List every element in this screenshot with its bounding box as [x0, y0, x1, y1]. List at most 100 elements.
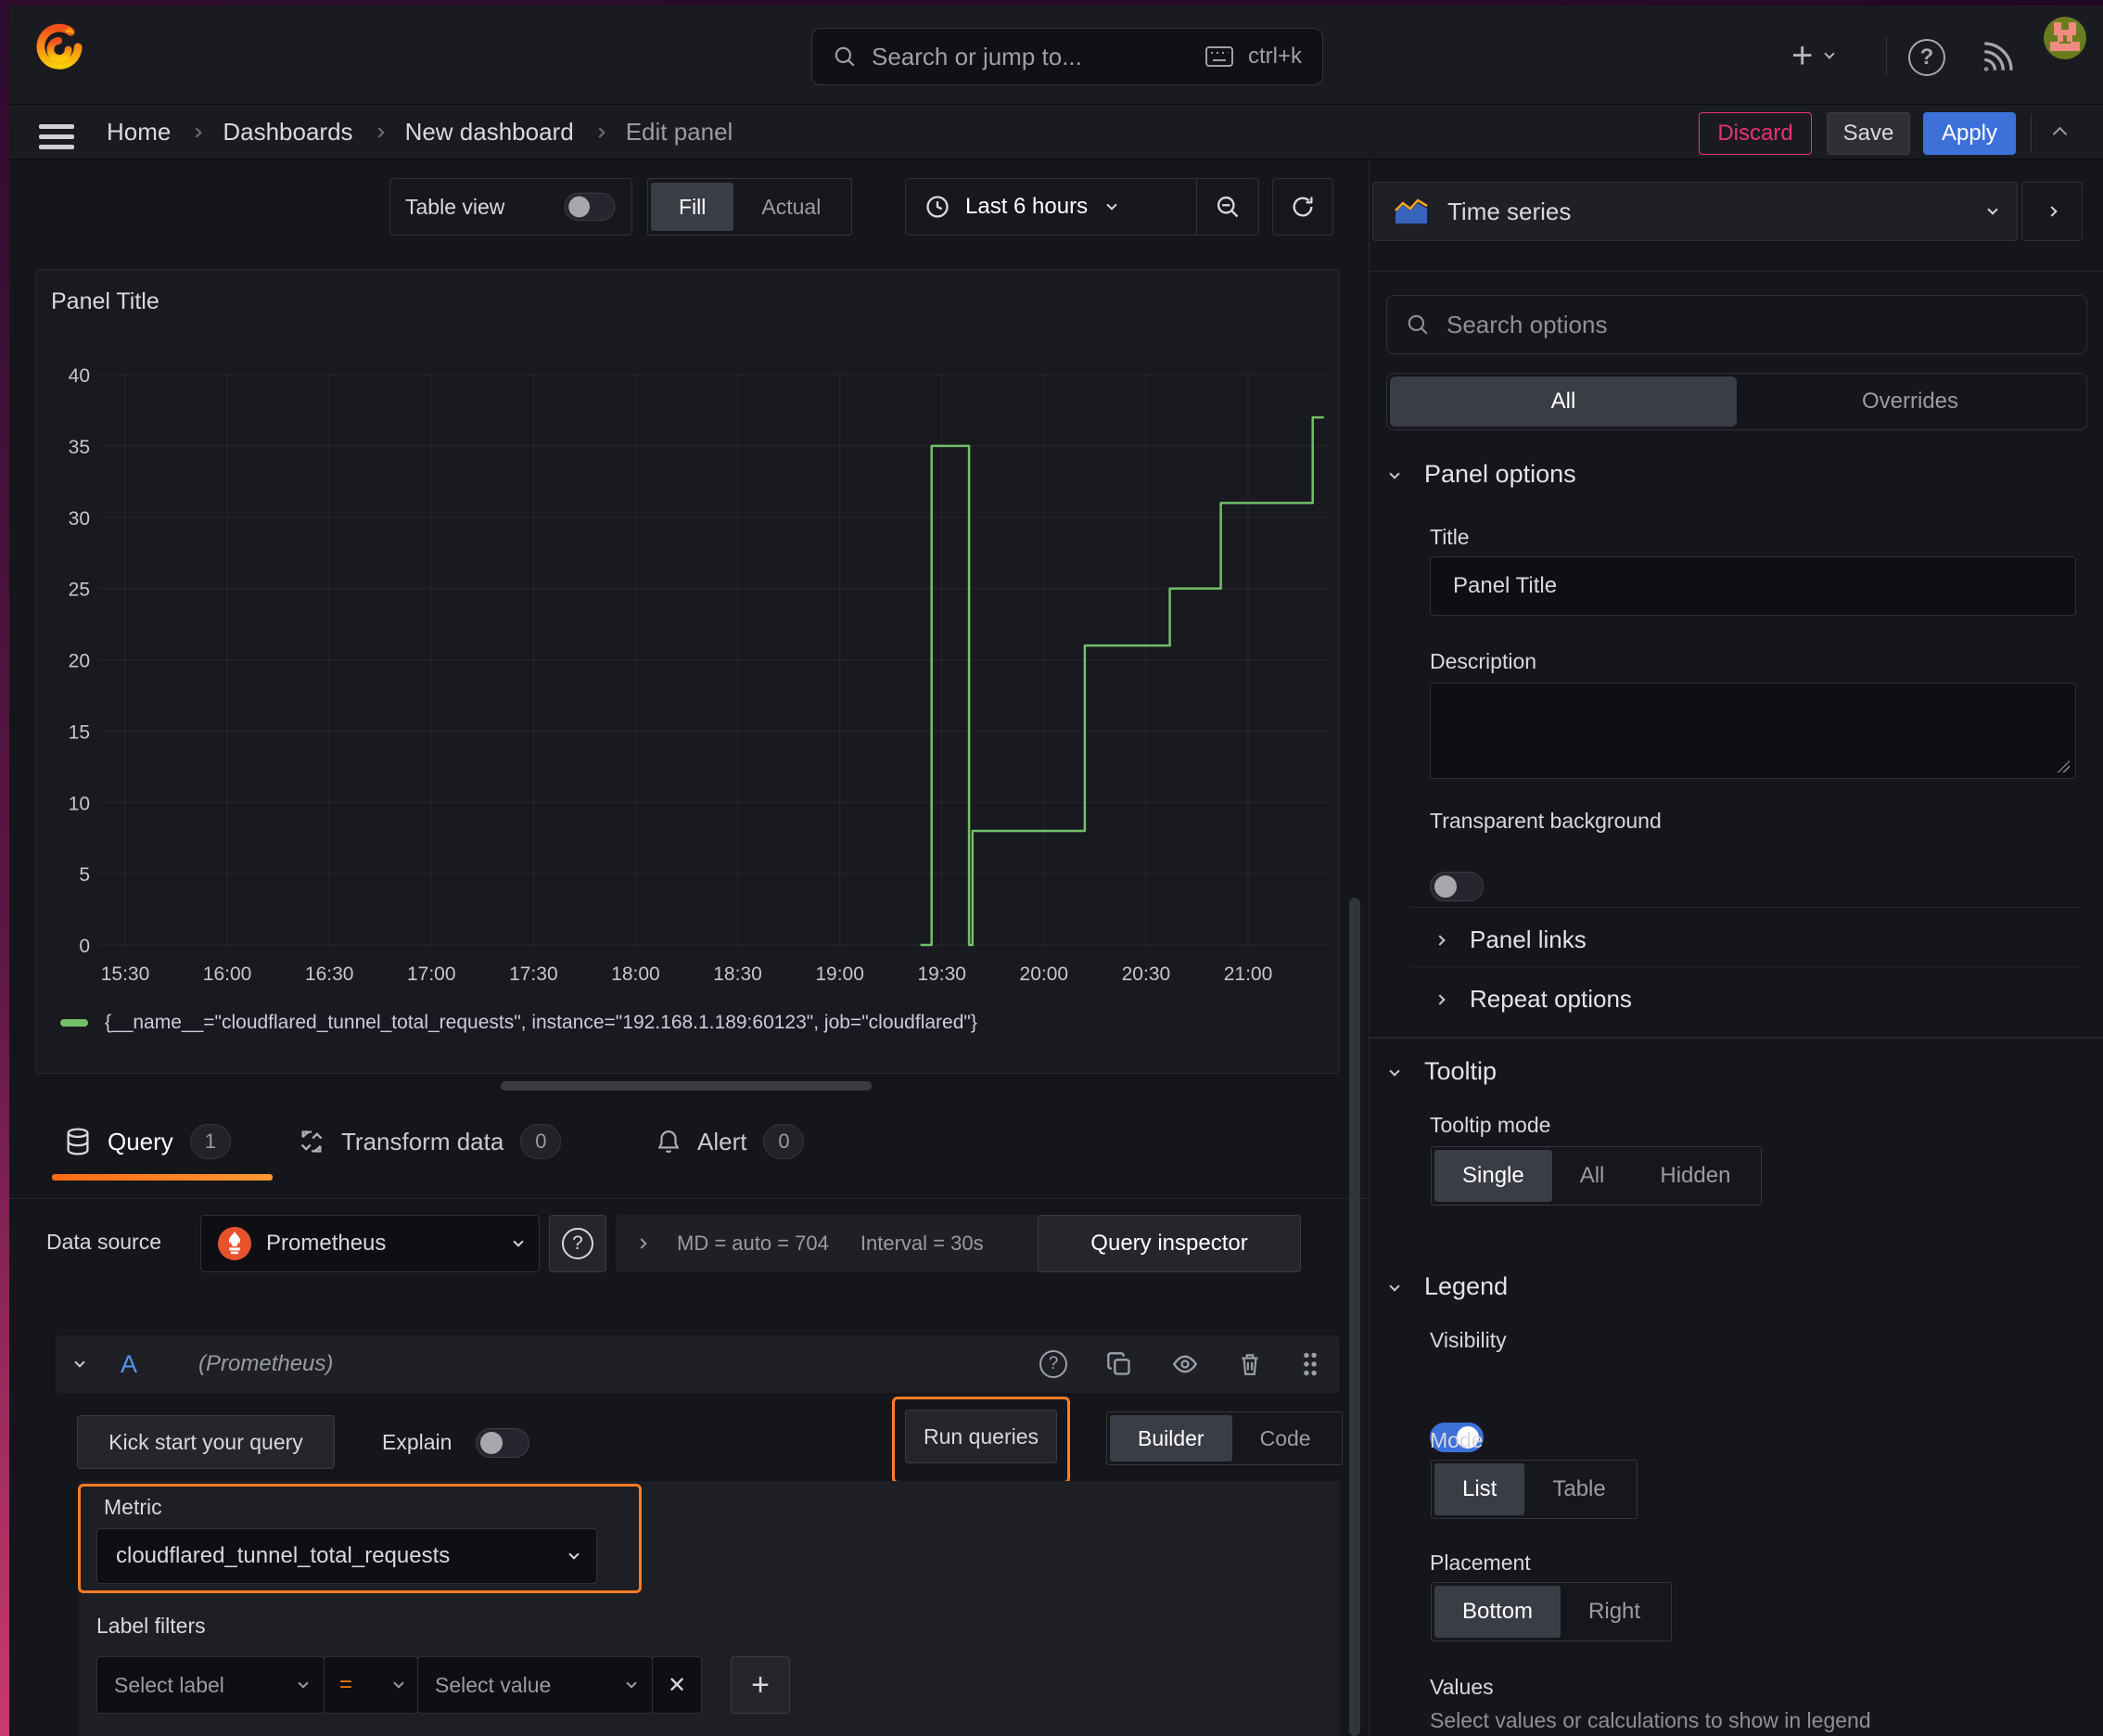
- title-label: Title: [1430, 525, 1470, 549]
- explain-toggle[interactable]: [476, 1428, 529, 1458]
- select-value-dropdown[interactable]: Select value: [417, 1656, 653, 1714]
- resize-handle-icon[interactable]: [2055, 758, 2070, 772]
- select-label-dropdown[interactable]: Select label: [96, 1656, 325, 1714]
- news-rss-icon[interactable]: [1979, 39, 2016, 76]
- save-button[interactable]: Save: [1827, 112, 1910, 155]
- data-source-value: Prometheus: [266, 1231, 387, 1256]
- breadcrumb-home[interactable]: Home: [107, 118, 171, 147]
- tooltip-mode-hidden[interactable]: Hidden: [1632, 1150, 1758, 1202]
- select-label-placeholder: Select label: [114, 1672, 224, 1697]
- max-data-points-stat: MD = auto = 704: [677, 1232, 829, 1255]
- interval-stat: Interval = 30s: [860, 1232, 984, 1255]
- visibility-label: Visibility: [1430, 1328, 1507, 1352]
- time-series-chart[interactable]: 0 5 10 15 20 25 30 35 40 15:30 16:00 16:30 17:00 17:3…: [36, 270, 1339, 1002]
- top-nav-bar: Search or jump to... ctrl+k + ?: [0, 6, 2103, 105]
- tab-alert-label: Alert: [697, 1127, 747, 1155]
- chevron-right-icon: [594, 126, 605, 138]
- kick-start-query-button[interactable]: Kick start your query: [77, 1415, 335, 1469]
- breadcrumb-dashboards[interactable]: Dashboards: [223, 118, 352, 147]
- builder-option[interactable]: Builder: [1110, 1415, 1232, 1462]
- grafana-logo[interactable]: [33, 20, 85, 72]
- breadcrumb-new-dashboard[interactable]: New dashboard: [405, 118, 574, 147]
- table-view-toggle[interactable]: [564, 192, 616, 222]
- new-menu-button[interactable]: +: [1791, 33, 1869, 78]
- svg-text:19:00: 19:00: [815, 964, 864, 985]
- tooltip-header[interactable]: Tooltip: [1389, 1057, 1497, 1086]
- metric-select[interactable]: cloudflared_tunnel_total_requests: [96, 1528, 597, 1584]
- horizontal-scrollbar[interactable]: [501, 1081, 872, 1091]
- vertical-scrollbar[interactable]: [1349, 898, 1360, 1736]
- run-queries-button[interactable]: Run queries: [905, 1410, 1057, 1463]
- legend-mode-table[interactable]: Table: [1524, 1463, 1633, 1515]
- tooltip-mode-single[interactable]: Single: [1434, 1150, 1552, 1202]
- datasource-help-button[interactable]: ?: [549, 1215, 606, 1272]
- query-row-header[interactable]: A (Prometheus) ?: [56, 1335, 1340, 1393]
- options-search-input[interactable]: Search options: [1386, 295, 2087, 354]
- chevron-down-icon: [1987, 204, 1998, 215]
- hide-query-icon[interactable]: [1171, 1351, 1199, 1377]
- global-search-input[interactable]: Search or jump to... ctrl+k: [811, 28, 1323, 85]
- remove-filter-button[interactable]: ✕: [652, 1656, 702, 1714]
- tab-query[interactable]: Query 1: [65, 1124, 231, 1159]
- actual-option[interactable]: Actual: [733, 183, 848, 231]
- svg-text:21:00: 21:00: [1224, 964, 1273, 985]
- transparent-background-toggle[interactable]: [1430, 872, 1484, 901]
- tabs-divider: [0, 1198, 1369, 1199]
- edit-panel-preview: Panel Title 0 5 10 15 20 25 30 35 40 15:30 16:00 16…: [35, 269, 1340, 1074]
- add-filter-button[interactable]: +: [731, 1656, 790, 1714]
- svg-text:20:00: 20:00: [1020, 964, 1069, 985]
- repeat-options-header[interactable]: Repeat options: [1434, 985, 1632, 1014]
- svg-text:40: 40: [69, 365, 90, 387]
- delete-query-icon[interactable]: [1238, 1351, 1262, 1377]
- search-shortcut: ctrl+k: [1247, 44, 1302, 69]
- sidebar-section-divider: [1370, 271, 2103, 272]
- legend-header[interactable]: Legend: [1389, 1272, 1508, 1301]
- refresh-button[interactable]: [1272, 178, 1333, 236]
- panel-links-header[interactable]: Panel links: [1434, 925, 1587, 954]
- search-placeholder: Search or jump to...: [872, 42, 1082, 70]
- hamburger-menu-icon[interactable]: [39, 124, 74, 149]
- metric-value: cloudflared_tunnel_total_requests: [116, 1543, 451, 1568]
- operator-dropdown[interactable]: =: [324, 1656, 418, 1714]
- tab-transform-data[interactable]: Transform data 0: [299, 1124, 562, 1159]
- chevron-right-icon[interactable]: [636, 1238, 647, 1249]
- svg-text:5: 5: [79, 864, 90, 886]
- time-range-picker[interactable]: Last 6 hours: [906, 194, 1196, 220]
- tab-overrides[interactable]: Overrides: [1737, 377, 2084, 427]
- collapse-pane-icon[interactable]: [2052, 126, 2068, 142]
- panel-options-header[interactable]: Panel options: [1389, 460, 1576, 489]
- legend-placement-right[interactable]: Right: [1561, 1586, 1668, 1638]
- grafana-app: Search or jump to... ctrl+k + ? Home Das…: [0, 0, 2103, 1736]
- tab-query-label: Query: [108, 1127, 173, 1155]
- description-textarea[interactable]: [1430, 683, 2076, 779]
- collapse-query-icon[interactable]: [74, 1357, 85, 1368]
- apply-button[interactable]: Apply: [1923, 112, 2016, 155]
- legend-placement-bottom[interactable]: Bottom: [1434, 1586, 1561, 1638]
- duplicate-query-icon[interactable]: [1106, 1351, 1132, 1377]
- query-help-icon[interactable]: ?: [1039, 1350, 1067, 1378]
- visualization-picker[interactable]: Time series: [1372, 182, 2018, 241]
- query-inspector-button[interactable]: Query inspector: [1038, 1215, 1301, 1272]
- data-source-picker[interactable]: Prometheus: [200, 1215, 540, 1272]
- legend-series-label[interactable]: {__name__="cloudflared_tunnel_total_requ…: [105, 1012, 977, 1034]
- user-avatar[interactable]: [2044, 17, 2086, 59]
- breadcrumb-edit-panel: Edit panel: [625, 118, 733, 146]
- time-series-viz-icon: [1394, 198, 1429, 225]
- tab-all[interactable]: All: [1390, 377, 1737, 427]
- svg-text:35: 35: [69, 437, 90, 458]
- legend-mode-list[interactable]: List: [1434, 1463, 1525, 1515]
- search-icon: [833, 45, 857, 69]
- svg-text:17:30: 17:30: [509, 964, 558, 985]
- discard-button[interactable]: Discard: [1699, 112, 1812, 155]
- drag-handle-icon[interactable]: [1301, 1350, 1319, 1378]
- zoom-out-button[interactable]: [1197, 179, 1258, 235]
- tooltip-mode-all[interactable]: All: [1552, 1150, 1633, 1202]
- panel-title-input[interactable]: Panel Title: [1430, 556, 2076, 616]
- svg-text:25: 25: [69, 580, 90, 601]
- tab-alert[interactable]: Alert 0: [656, 1124, 805, 1159]
- fill-option[interactable]: Fill: [651, 183, 734, 231]
- help-icon[interactable]: ?: [1908, 39, 1945, 76]
- transform-count-badge: 0: [520, 1124, 562, 1159]
- viz-suggestions-button[interactable]: [2021, 182, 2083, 241]
- code-option[interactable]: Code: [1232, 1415, 1339, 1462]
